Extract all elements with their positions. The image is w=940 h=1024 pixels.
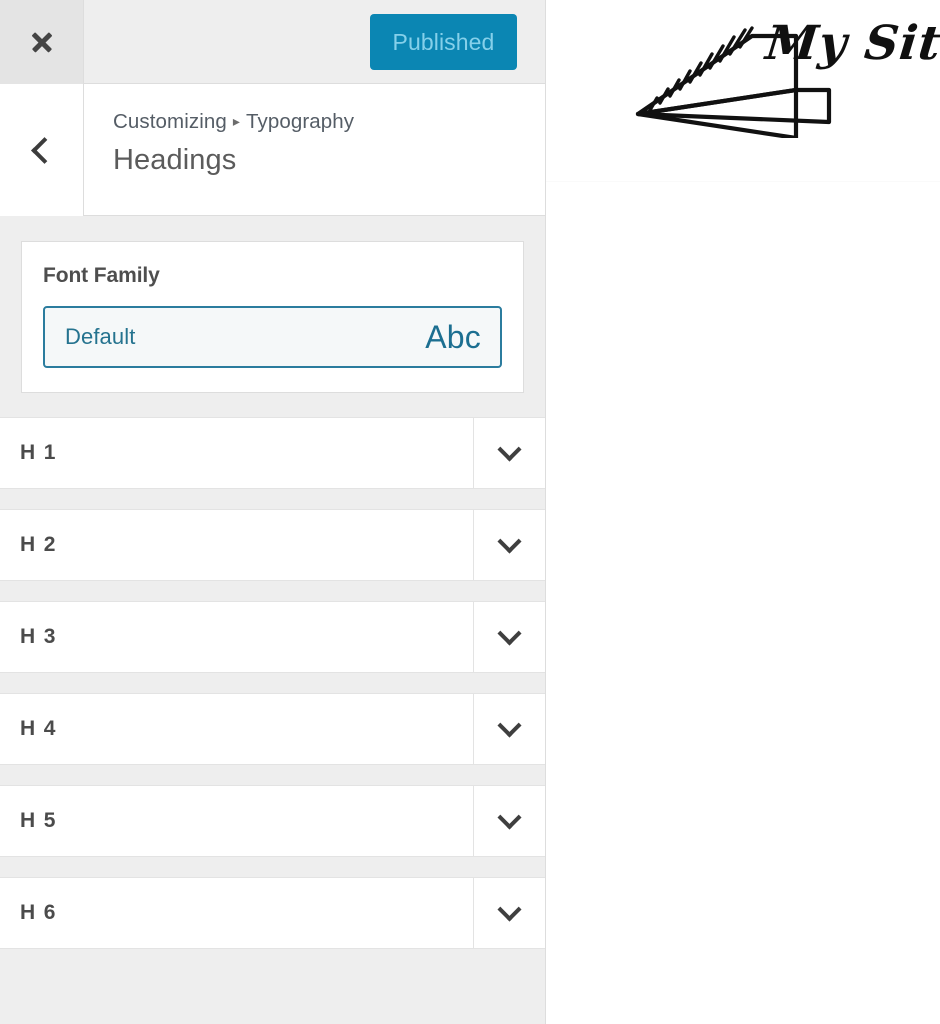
heading-row-h3[interactable]: H 3 [0,601,545,673]
chevron-down-icon [497,620,522,646]
heading-row-label: H 1 [20,441,57,464]
back-button[interactable] [0,84,84,216]
font-family-preview-text: Abc [425,319,481,355]
breadcrumb-parent[interactable]: Typography [246,110,354,133]
panel-topbar: Published [0,0,545,84]
chevron-down-icon [497,436,522,462]
panel-header: Customizing ▸ Typography Headings [0,84,545,216]
page-title: Headings [113,143,237,176]
heading-row-label: H 3 [20,625,57,648]
expand-toggle-h2[interactable] [473,510,545,580]
heading-rows-list: H 1 H 2 H 3 H 4 H 5 H 6 [0,417,545,949]
heading-row-label: H 6 [20,901,57,924]
site-preview: My Site [546,0,940,1024]
breadcrumb-separator-icon: ▸ [232,113,241,129]
site-title[interactable]: My Site [763,16,940,71]
close-customizer-button[interactable] [0,0,84,84]
expand-toggle-h3[interactable] [473,602,545,672]
heading-row-label: H 5 [20,809,57,832]
expand-toggle-h5[interactable] [473,786,545,856]
expand-toggle-h4[interactable] [473,694,545,764]
breadcrumb-root[interactable]: Customizing [113,110,227,133]
customizer-screen: Published Customizing ▸ Typography Heading… [0,0,940,1024]
chevron-down-icon [497,896,522,922]
font-family-select[interactable]: Default Abc [43,306,502,368]
heading-row-label: H 4 [20,717,57,740]
chevron-left-icon [31,136,58,164]
chevron-down-icon [497,804,522,830]
close-icon [29,29,55,55]
customizer-panel: Published Customizing ▸ Typography Heading… [0,0,546,1024]
breadcrumb[interactable]: Customizing ▸ Typography [113,110,354,135]
font-family-label: Font Family [43,264,160,287]
heading-row-h2[interactable]: H 2 [0,509,545,581]
heading-row-label: H 2 [20,533,57,556]
heading-row-h1[interactable]: H 1 [0,417,545,489]
heading-row-h4[interactable]: H 4 [0,693,545,765]
font-family-card: Font Family Default Abc [21,241,524,393]
expand-toggle-h6[interactable] [473,878,545,948]
publish-button[interactable]: Published [370,14,517,70]
expand-toggle-h1[interactable] [473,418,545,488]
panel-header-text: Customizing ▸ Typography Headings [113,110,354,180]
chevron-down-icon [497,528,522,554]
font-family-selected-value: Default [65,324,136,349]
heading-row-h5[interactable]: H 5 [0,785,545,857]
heading-row-h6[interactable]: H 6 [0,877,545,949]
site-header: My Site [546,0,940,182]
panel-content: Font Family Default Abc H 1 H 2 H 3 H 4 … [0,217,545,1024]
chevron-down-icon [497,712,522,738]
